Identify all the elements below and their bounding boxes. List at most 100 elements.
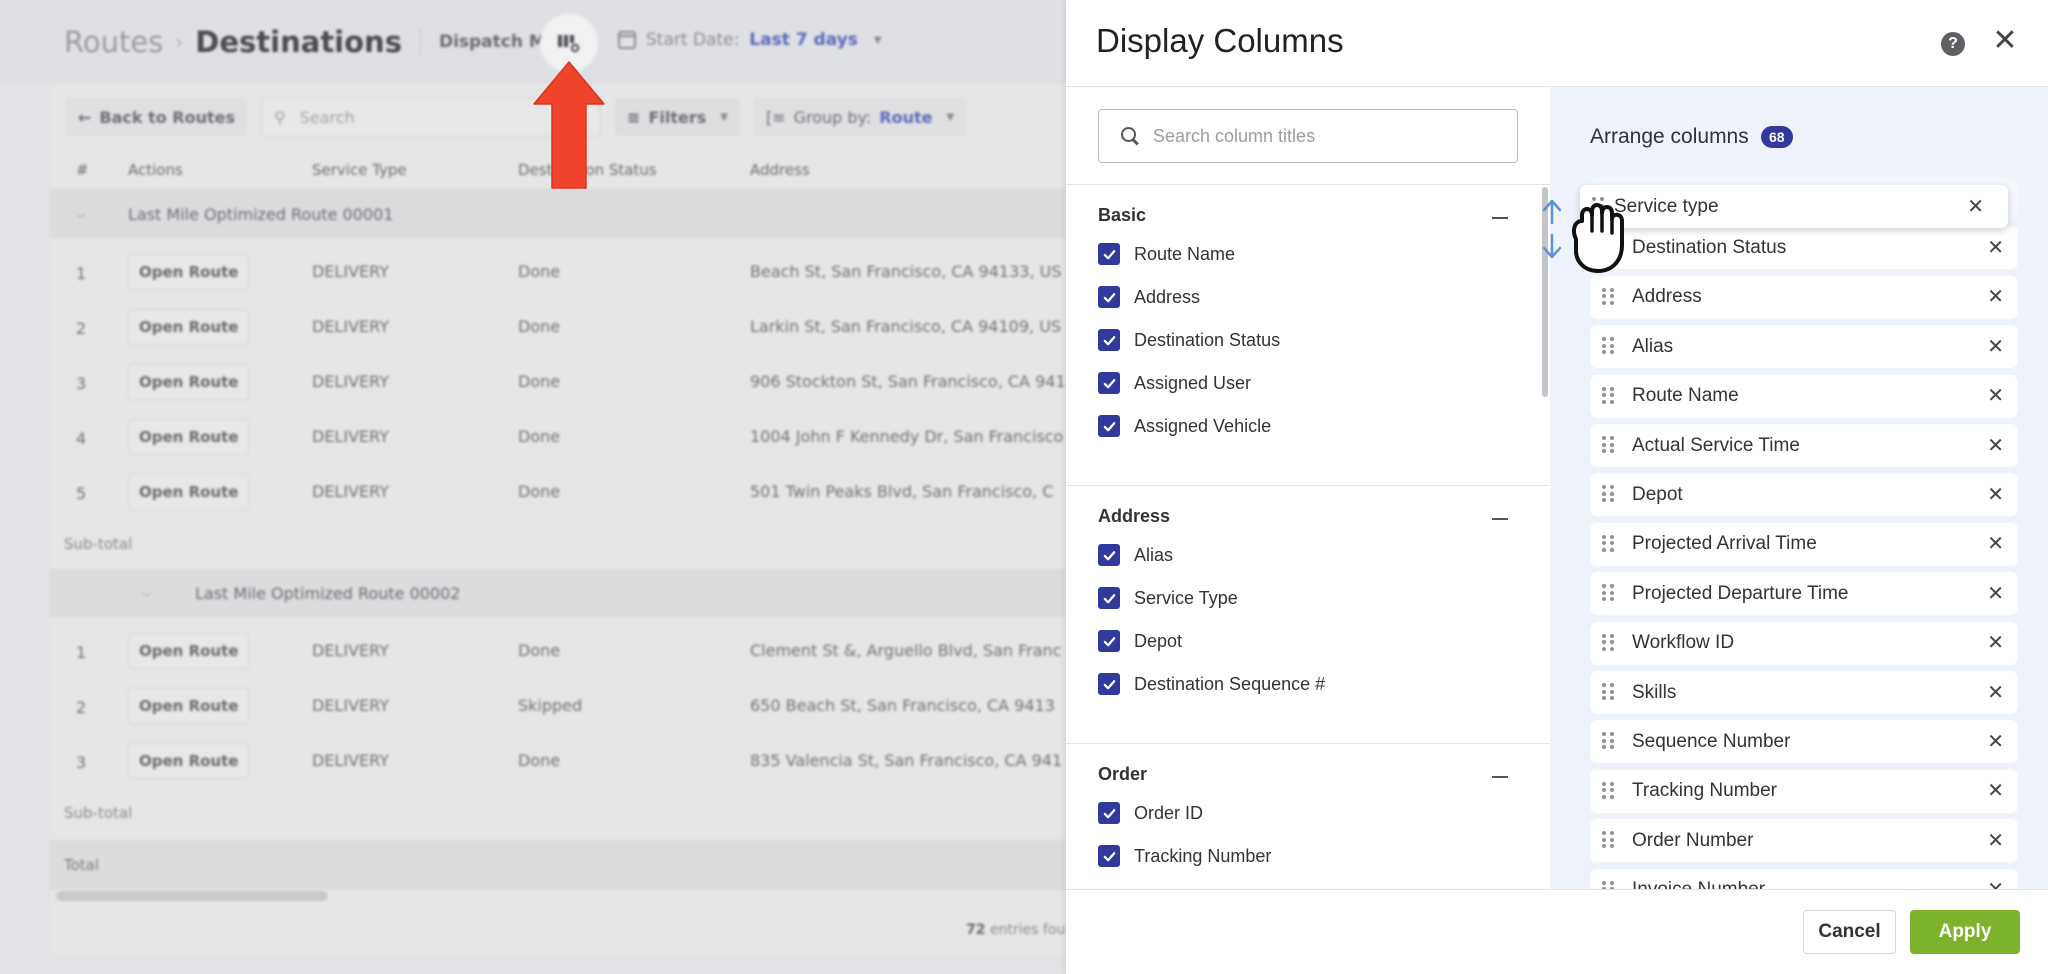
checkbox-checked[interactable] — [1098, 673, 1120, 695]
open-route-button[interactable]: Open Route — [128, 418, 250, 455]
column-checkbox-row[interactable]: Assigned User — [1098, 372, 1251, 394]
remove-column-icon[interactable]: ✕ — [1987, 831, 2004, 851]
apply-button[interactable]: Apply — [1910, 910, 2020, 954]
group-header-row[interactable]: ⌵ Last Mile Optimized Route 00002 — [50, 569, 1066, 617]
remove-column-icon[interactable]: ✕ — [1987, 880, 2004, 889]
remove-column-icon[interactable]: ✕ — [1987, 337, 2004, 357]
open-route-button[interactable]: Open Route — [128, 742, 250, 779]
checkbox-checked[interactable] — [1098, 243, 1120, 265]
remove-column-icon[interactable]: ✕ — [1987, 238, 2004, 258]
open-route-button[interactable]: Open Route — [128, 308, 250, 345]
arrange-item[interactable]: Depot ✕ — [1590, 473, 2018, 517]
drag-handle-icon[interactable] — [1602, 584, 1614, 602]
checkbox-checked[interactable] — [1098, 415, 1120, 437]
close-icon[interactable]: ✕ — [1990, 26, 2020, 56]
help-icon[interactable]: ? — [1941, 32, 1965, 56]
cancel-button[interactable]: Cancel — [1803, 910, 1896, 954]
drag-handle-icon[interactable] — [1602, 287, 1614, 306]
open-route-button[interactable]: Open Route — [128, 473, 250, 510]
column-header-actions[interactable]: Actions — [128, 161, 183, 179]
checkbox-checked[interactable] — [1098, 329, 1120, 351]
checkbox-checked[interactable] — [1098, 630, 1120, 652]
arrange-item[interactable]: Projected Departure Time ✕ — [1590, 572, 2018, 616]
column-search-field[interactable] — [1153, 125, 1517, 147]
column-checkbox-row[interactable]: Order ID — [1098, 802, 1203, 824]
arrange-item[interactable]: Actual Service Time ✕ — [1590, 424, 2018, 467]
arrange-item[interactable]: Order Number ✕ — [1590, 819, 2018, 863]
column-header-number[interactable]: # — [76, 161, 89, 179]
column-checkbox-row[interactable]: Tracking Number — [1098, 845, 1271, 867]
arrange-item[interactable]: Projected Arrival Time ✕ — [1590, 522, 2018, 566]
arrange-item-label: Address — [1632, 286, 1702, 308]
remove-column-icon[interactable]: ✕ — [1987, 633, 2004, 653]
checkbox-checked[interactable] — [1098, 587, 1120, 609]
remove-column-icon[interactable]: ✕ — [1987, 534, 2004, 554]
drag-handle-icon[interactable] — [1602, 880, 1614, 889]
group-header-row[interactable]: ⌵ Last Mile Optimized Route 00001 — [50, 190, 1066, 238]
arrange-item[interactable]: Address ✕ — [1590, 275, 2018, 319]
drag-handle-icon[interactable] — [1602, 831, 1614, 849]
collapse-icon[interactable] — [1492, 776, 1508, 778]
column-checkbox-row[interactable]: Service Type — [1098, 587, 1238, 609]
column-header-service-type[interactable]: Service Type — [312, 161, 407, 179]
remove-column-icon[interactable]: ✕ — [1987, 386, 2004, 406]
filters-button[interactable]: ≡ Filters ▼ — [615, 98, 740, 136]
column-checkbox-row[interactable]: Alias — [1098, 544, 1173, 566]
arrange-item[interactable]: Destination Status ✕ — [1590, 226, 2018, 270]
drag-handle-icon[interactable] — [1602, 485, 1614, 503]
arrange-item[interactable]: Skills ✕ — [1590, 671, 2018, 714]
drag-handle-icon[interactable] — [1602, 386, 1614, 405]
drag-handle-icon[interactable] — [1602, 683, 1614, 701]
checkbox-checked[interactable] — [1098, 544, 1120, 566]
checkbox-checked[interactable] — [1098, 286, 1120, 308]
column-header-address[interactable]: Address — [750, 161, 810, 179]
start-date-dropdown[interactable]: Start Date: Last 7 days ▼ — [618, 30, 882, 50]
group-by-dropdown[interactable]: [≡ Group by: Route ▼ — [753, 98, 967, 136]
breadcrumb-routes[interactable]: Routes — [64, 25, 163, 59]
arrange-item[interactable]: Route Name ✕ — [1590, 374, 2018, 418]
open-route-button[interactable]: Open Route — [128, 632, 250, 669]
column-checkbox-row[interactable]: Destination Status — [1098, 329, 1280, 351]
column-checkbox-row[interactable]: Destination Sequence # — [1098, 673, 1325, 695]
collapse-icon[interactable] — [1492, 217, 1508, 219]
drag-handle-icon[interactable] — [1602, 436, 1614, 454]
column-checkbox-row[interactable]: Depot — [1098, 630, 1182, 652]
arrange-item-dragging[interactable]: Service type ✕ — [1580, 185, 2008, 228]
arrange-item[interactable]: Workflow ID ✕ — [1590, 621, 2018, 665]
drag-handle-icon[interactable] — [1602, 781, 1614, 800]
chevron-down-icon[interactable]: ⌵ — [142, 586, 151, 601]
arrange-item[interactable]: Alias ✕ — [1590, 325, 2018, 369]
drag-handle-icon[interactable] — [1602, 633, 1614, 652]
horizontal-scrollbar[interactable] — [56, 891, 328, 901]
remove-column-icon[interactable]: ✕ — [1967, 197, 1984, 217]
drag-handle-icon[interactable] — [1602, 337, 1614, 355]
arrange-item[interactable]: Invoice Number ✕ — [1590, 868, 2018, 889]
column-checkbox-row[interactable]: Route Name — [1098, 243, 1235, 265]
remove-column-icon[interactable]: ✕ — [1987, 485, 2004, 505]
open-route-button[interactable]: Open Route — [128, 253, 250, 290]
collapse-icon[interactable] — [1492, 518, 1508, 520]
open-route-button[interactable]: Open Route — [128, 363, 250, 400]
remove-column-icon[interactable]: ✕ — [1987, 683, 2004, 703]
remove-column-icon[interactable]: ✕ — [1987, 287, 2004, 307]
arrange-item[interactable]: Sequence Number ✕ — [1590, 720, 2018, 764]
remove-column-icon[interactable]: ✕ — [1987, 584, 2004, 604]
column-search-input[interactable] — [1098, 109, 1518, 163]
remove-column-icon[interactable]: ✕ — [1987, 781, 2004, 801]
column-checkbox-row[interactable]: Assigned Vehicle — [1098, 415, 1271, 437]
arrange-item[interactable]: Tracking Number ✕ — [1590, 769, 2018, 813]
back-to-routes-button[interactable]: ← Back to Routes — [66, 98, 248, 136]
checkbox-checked[interactable] — [1098, 845, 1120, 867]
checkbox-checked[interactable] — [1098, 802, 1120, 824]
checkbox-checked[interactable] — [1098, 372, 1120, 394]
column-checkbox-row[interactable]: Address — [1098, 286, 1200, 308]
drag-handle-icon[interactable] — [1602, 534, 1614, 553]
remove-column-icon[interactable]: ✕ — [1987, 436, 2004, 456]
destination-status-cell: Done — [518, 317, 561, 336]
drag-handle-icon[interactable] — [1602, 732, 1614, 750]
arrange-item-label: Invoice Number — [1632, 879, 1765, 889]
open-route-button[interactable]: Open Route — [128, 687, 250, 724]
remove-column-icon[interactable]: ✕ — [1987, 732, 2004, 752]
column-sections-list: Basic Route Name Address Destination Status… — [1066, 184, 1550, 889]
chevron-down-icon[interactable]: ⌵ — [76, 207, 85, 222]
